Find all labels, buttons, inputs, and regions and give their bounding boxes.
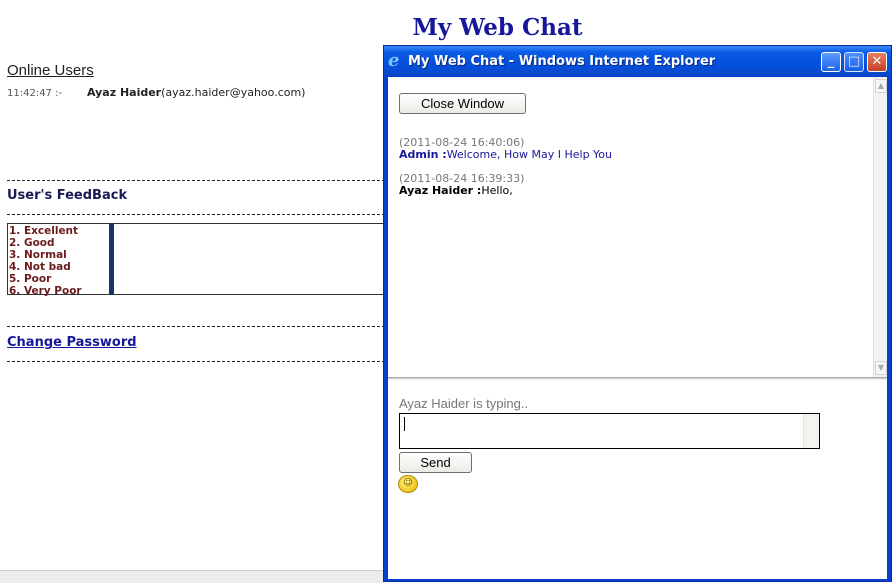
chat-message: Ayaz Haider :Hello, xyxy=(399,184,513,197)
ie-logo-icon: e xyxy=(388,50,400,71)
feedback-option-not-bad[interactable]: 4. Not bad xyxy=(9,261,110,273)
status-strip xyxy=(0,570,385,583)
feedback-option-poor[interactable]: 5. Poor xyxy=(9,273,110,285)
scroll-up-icon[interactable]: ▲ xyxy=(875,79,887,93)
online-user-name: Ayaz Haider xyxy=(87,86,162,99)
typing-status: Ayaz Haider is typing.. xyxy=(399,396,529,411)
feedback-options: 1. Excellent 2. Good 3. Normal 4. Not ba… xyxy=(9,225,110,297)
divider xyxy=(7,214,385,215)
maximize-button[interactable]: □ xyxy=(844,52,864,72)
chat-message: Admin :Welcome, How May I Help You xyxy=(399,148,612,161)
text-caret xyxy=(404,417,405,431)
online-user-email: (ayaz.haider@yahoo.com) xyxy=(161,86,306,99)
feedback-panel: 1. Excellent 2. Good 3. Normal 4. Not ba… xyxy=(7,223,385,297)
window-titlebar[interactable]: e My Web Chat - Windows Internet Explore… xyxy=(384,46,891,76)
scroll-down-icon[interactable]: ▼ xyxy=(875,361,887,375)
window-title: My Web Chat - Windows Internet Explorer xyxy=(408,54,716,69)
chat-messages-pane: Close Window (2011-08-24 16:40:06) Admin… xyxy=(388,77,873,377)
feedback-heading: User's FeedBack xyxy=(7,188,128,203)
smiley-icon[interactable]: ☺ xyxy=(398,475,418,493)
chat-popup-window: e My Web Chat - Windows Internet Explore… xyxy=(383,45,892,582)
feedback-option-normal[interactable]: 3. Normal xyxy=(9,249,110,261)
chat-scrollbar[interactable]: ▲ ▼ xyxy=(873,77,887,377)
online-user-time: 11:42:47 :- xyxy=(7,88,63,99)
change-password-link[interactable]: Change Password xyxy=(7,335,137,350)
feedback-option-good[interactable]: 2. Good xyxy=(9,237,110,249)
message-text: Welcome, How May I Help You xyxy=(446,148,613,161)
close-button[interactable]: ✕ xyxy=(867,52,887,72)
message-text: Hello, xyxy=(481,184,513,197)
window-content: Close Window (2011-08-24 16:40:06) Admin… xyxy=(388,77,887,579)
minimize-button[interactable]: _ xyxy=(821,52,841,72)
online-users-heading: Online Users xyxy=(7,62,94,79)
feedback-option-very-poor[interactable]: 6. Very Poor xyxy=(9,285,110,297)
divider xyxy=(7,361,385,362)
input-scrollbar[interactable] xyxy=(803,414,819,448)
message-sender: Ayaz Haider : xyxy=(399,184,482,197)
divider xyxy=(7,180,385,181)
message-sender: Admin : xyxy=(399,148,447,161)
feedback-option-excellent[interactable]: 1. Excellent xyxy=(9,225,110,237)
close-window-button[interactable]: Close Window xyxy=(399,93,526,114)
divider xyxy=(7,326,385,327)
page-title: My Web Chat xyxy=(412,14,583,41)
message-input[interactable] xyxy=(399,413,820,449)
send-button[interactable]: Send xyxy=(399,452,472,473)
feedback-bar xyxy=(109,224,114,294)
pane-divider[interactable] xyxy=(388,377,887,380)
online-user-row: 11:42:47 :- Ayaz Haider(ayaz.haider@yahoo… xyxy=(7,86,305,99)
